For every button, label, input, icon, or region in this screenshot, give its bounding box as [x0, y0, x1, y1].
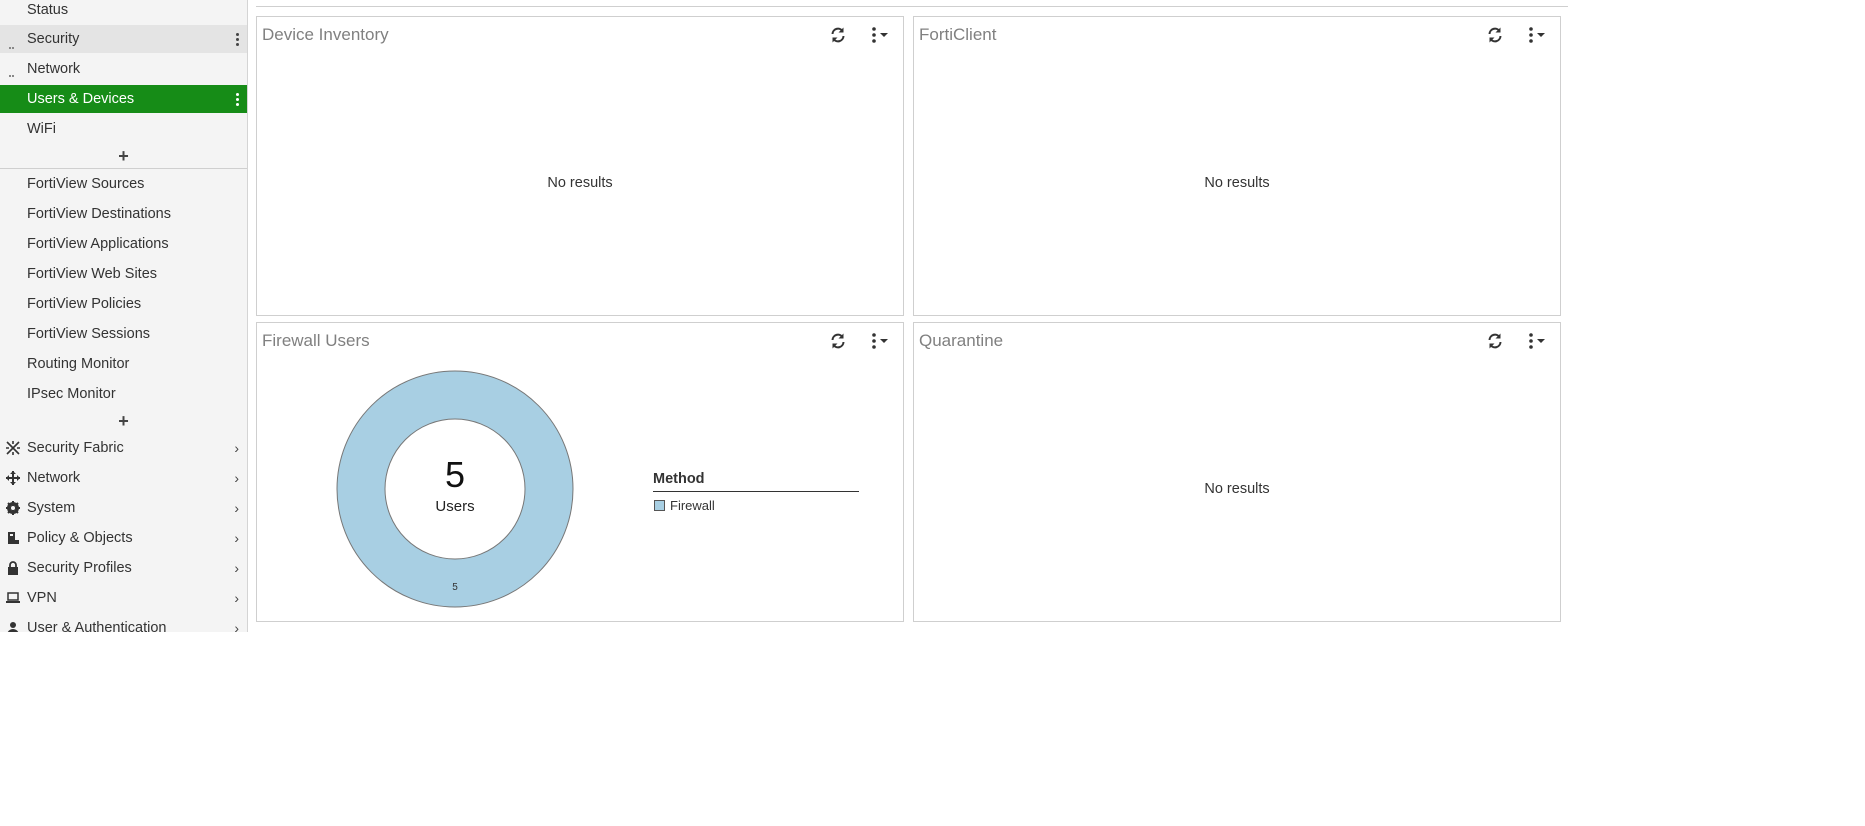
- widget-quarantine: Quarantine No results: [913, 322, 1561, 622]
- sidebar-item-label: Routing Monitor: [27, 356, 130, 372]
- widget-menu-icon[interactable]: [1526, 332, 1554, 350]
- sidebar-item-status[interactable]: Status: [0, 0, 247, 24]
- menu-label: Network: [27, 470, 81, 486]
- sidebar-item-label: FortiView Applications: [27, 236, 169, 252]
- sidebar-item-label: Network: [27, 61, 81, 77]
- sidebar-item-label: IPsec Monitor: [27, 386, 116, 402]
- refresh-icon[interactable]: [829, 26, 847, 44]
- donut-total: 5: [445, 454, 465, 495]
- widget-title: Device Inventory: [262, 25, 389, 44]
- menu-label: Security Fabric: [27, 440, 124, 456]
- sidebar-item-label: Users & Devices: [27, 91, 135, 107]
- sidebar-item-label: FortiView Sources: [27, 176, 145, 192]
- sidebar-item-label: FortiView Policies: [27, 296, 142, 312]
- sidebar-item-label: WiFi: [27, 121, 56, 137]
- menu-policy-objects[interactable]: Policy & Objects ›: [0, 523, 247, 553]
- sidebar-item-fortiview-applications[interactable]: FortiView Applications: [0, 230, 247, 258]
- sidebar-item-label: FortiView Sessions: [27, 326, 151, 342]
- menu-label: User & Authentication: [27, 620, 167, 632]
- slice-value-label: 5: [452, 582, 458, 593]
- widget-menu-icon[interactable]: [1526, 26, 1554, 44]
- kebab-menu-icon[interactable]: [236, 93, 239, 106]
- legend-swatch: [654, 500, 665, 511]
- menu-security-profiles[interactable]: Security Profiles ›: [0, 553, 247, 583]
- drag-handle-icon[interactable]: [9, 33, 17, 105]
- kebab-menu-icon[interactable]: [236, 33, 239, 46]
- widget-menu-icon[interactable]: [869, 26, 897, 44]
- sidebar-item-routing-monitor[interactable]: Routing Monitor: [0, 350, 247, 378]
- security-fabric-icon: [6, 441, 20, 455]
- policy-icon: [8, 532, 19, 544]
- chevron-right-icon: ›: [234, 500, 239, 516]
- sidebar-item-fortiview-web-sites[interactable]: FortiView Web Sites: [0, 260, 247, 288]
- chevron-right-icon: ›: [234, 440, 239, 456]
- sidebar-item-fortiview-sources[interactable]: FortiView Sources: [0, 170, 247, 198]
- chevron-right-icon: ›: [234, 530, 239, 546]
- plus-icon: +: [118, 411, 129, 431]
- top-divider: [256, 6, 1568, 7]
- widget-title: FortiClient: [919, 25, 997, 44]
- menu-label: System: [27, 500, 76, 516]
- sidebar-item-fortiview-sessions[interactable]: FortiView Sessions: [0, 320, 247, 348]
- sidebar-item-ipsec-monitor[interactable]: IPsec Monitor: [0, 380, 247, 408]
- lock-icon: [8, 561, 18, 575]
- empty-message: No results: [1204, 175, 1270, 191]
- empty-message: No results: [547, 175, 613, 191]
- chevron-right-icon: ›: [234, 590, 239, 606]
- add-monitor-button[interactable]: +: [0, 409, 247, 433]
- sidebar: Status Security Network Users & Devices …: [0, 0, 248, 632]
- legend-title: Method: [653, 471, 705, 487]
- sidebar-item-label: Status: [27, 2, 69, 18]
- menu-system[interactable]: System ›: [0, 493, 247, 523]
- menu-label: Policy & Objects: [27, 530, 133, 546]
- divider: [0, 168, 247, 169]
- menu-network[interactable]: Network ›: [0, 463, 247, 493]
- network-icon: [6, 471, 20, 485]
- widget-title: Quarantine: [919, 331, 1004, 350]
- gear-icon: [6, 501, 20, 515]
- user-icon: [7, 622, 19, 632]
- add-dashboard-button[interactable]: +: [0, 144, 247, 168]
- legend-label: Firewall: [670, 498, 715, 513]
- widget-title: Firewall Users: [262, 331, 370, 350]
- donut-chart: 5 Users 5: [336, 370, 574, 608]
- menu-label: Security Profiles: [27, 560, 132, 576]
- plus-icon: +: [118, 146, 129, 166]
- sidebar-item-network[interactable]: Network: [0, 55, 247, 83]
- sidebar-item-wifi[interactable]: WiFi: [0, 115, 247, 143]
- widget-menu-icon[interactable]: [869, 332, 897, 350]
- chevron-right-icon: ›: [234, 470, 239, 486]
- widget-forticlient: FortiClient No results: [913, 16, 1561, 316]
- widget-device-inventory: Device Inventory No results: [256, 16, 904, 316]
- refresh-icon[interactable]: [1486, 332, 1504, 350]
- sidebar-item-label: FortiView Destinations: [27, 206, 171, 222]
- sidebar-item-label: FortiView Web Sites: [27, 266, 158, 282]
- sidebar-item-users-devices[interactable]: Users & Devices: [0, 85, 247, 113]
- laptop-icon: [6, 592, 20, 603]
- sidebar-item-security[interactable]: Security: [0, 25, 247, 105]
- refresh-icon[interactable]: [1486, 26, 1504, 44]
- sidebar-item-fortiview-destinations[interactable]: FortiView Destinations: [0, 200, 247, 228]
- sidebar-item-label: Security: [27, 31, 80, 47]
- donut-total-label: Users: [435, 498, 474, 515]
- chevron-right-icon: ›: [234, 620, 239, 632]
- menu-user-authentication[interactable]: User & Authentication ›: [0, 613, 247, 632]
- chevron-right-icon: ›: [234, 560, 239, 576]
- menu-vpn[interactable]: VPN ›: [0, 583, 247, 613]
- menu-label: VPN: [27, 590, 57, 606]
- refresh-icon[interactable]: [829, 332, 847, 350]
- empty-message: No results: [1204, 481, 1270, 497]
- menu-security-fabric[interactable]: Security Fabric ›: [0, 433, 247, 463]
- legend-divider: [653, 491, 859, 492]
- widget-firewall-users: Firewall Users 5 Users 5 Method Firewall: [256, 322, 904, 622]
- sidebar-item-fortiview-policies[interactable]: FortiView Policies: [0, 290, 247, 318]
